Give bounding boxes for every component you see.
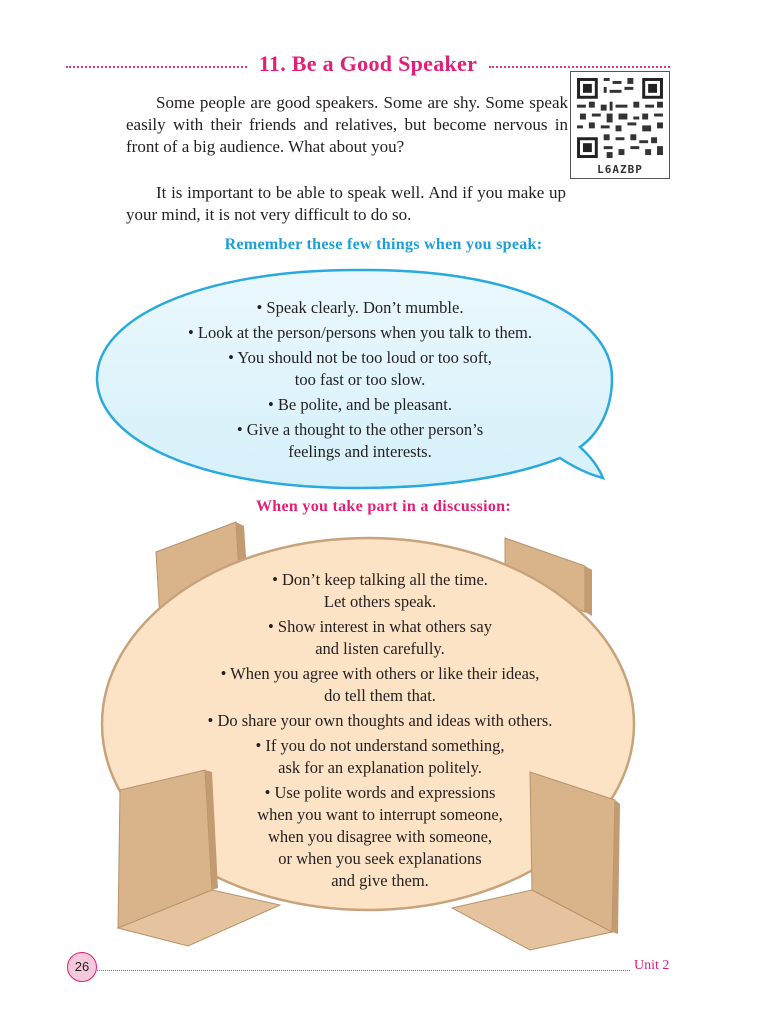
speak-tips-heading: Remember these few things when you speak…: [224, 236, 543, 253]
page-number: 26: [67, 952, 97, 982]
discussion-tip-3: • When you agree with others or like the…: [220, 664, 540, 705]
speak-tip-3: • You should not be too loud or too soft…: [228, 348, 492, 389]
qr-code-icon: [577, 78, 663, 158]
unit-label: Unit 2: [634, 958, 670, 973]
speak-tip-4: • Be polite, and be pleasant.: [267, 395, 452, 414]
speak-tips-list: • Speak clearly. Don’t mumble. • Look at…: [110, 297, 610, 466]
discussion-tip-2: • Show interest in what others say and li…: [268, 617, 492, 658]
title-dots-right: [489, 66, 670, 68]
footer-dotted-line: [97, 970, 630, 971]
intro-paragraph-2: It is important to be able to speak well…: [126, 183, 566, 224]
speak-tip-1: • Speak clearly. Don’t mumble.: [256, 298, 464, 317]
page-title: 11. Be a Good Speaker: [258, 51, 478, 76]
discussion-tip-4: • Do share your own thoughts and ideas w…: [207, 711, 553, 730]
qr-code-label: L6AZBP: [597, 163, 643, 176]
discussion-tip-5: • If you do not understand something, ask…: [255, 736, 505, 777]
discussion-tips-list: • Don’t keep talking all the time. Let ot…: [110, 569, 650, 895]
discussion-tips-heading: When you take part in a discussion:: [256, 498, 511, 515]
speak-tip-5: • Give a thought to the other person’s fe…: [236, 420, 484, 461]
discussion-tip-1: • Don’t keep talking all the time. Let ot…: [272, 570, 488, 611]
intro-paragraph-1: Some people are good speakers. Some are …: [126, 93, 568, 156]
discussion-tip-6: • Use polite words and expressions when y…: [257, 783, 503, 890]
title-dots-left: [66, 66, 247, 68]
qr-code-box[interactable]: L6AZBP: [570, 71, 670, 179]
speak-tip-2: • Look at the person/persons when you ta…: [188, 323, 532, 342]
